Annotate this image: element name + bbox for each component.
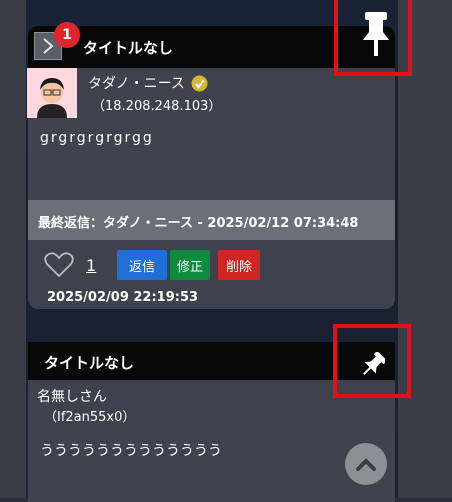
last-reply-bar[interactable]: 最終返信：タダノ・ニース - 2025/02/12 07:34:48: [28, 200, 395, 240]
author-name: タダノ・ニース: [88, 76, 185, 92]
scroll-to-top-button[interactable]: [345, 443, 387, 485]
edit-button[interactable]: 修正: [170, 250, 210, 280]
reply-button[interactable]: 返信: [117, 250, 167, 280]
heart-icon[interactable]: [44, 252, 74, 278]
last-reply-text: 最終返信：タダノ・ニース - 2025/02/12 07:34:48: [38, 216, 359, 231]
left-gutter: [0, 0, 26, 498]
like-count[interactable]: 1: [86, 256, 96, 275]
author-ip: （18.208.248.103）: [92, 99, 222, 114]
notification-badge: 1: [54, 22, 80, 48]
chevron-right-icon: [43, 38, 54, 54]
author-ip: （If2an55x0）: [44, 410, 136, 425]
avatar: [27, 68, 77, 118]
post-date: 2025/02/09 22:19:53: [47, 290, 199, 305]
verified-icon: [191, 75, 208, 91]
pin-highlight-box: [333, 324, 411, 398]
author-row: タダノ・ニース: [88, 73, 208, 93]
message-text: grgrgrgrgrgg: [40, 130, 154, 146]
post-title: タイトルなし: [83, 39, 174, 57]
message-text: ううううううううううううう: [40, 443, 222, 459]
chevron-up-icon: [356, 458, 376, 471]
post-title: タイトルなし: [44, 354, 135, 372]
author-name: 名無しさん: [37, 389, 107, 405]
pin-highlight-box: [334, 0, 412, 76]
delete-button[interactable]: 削除: [218, 250, 260, 280]
